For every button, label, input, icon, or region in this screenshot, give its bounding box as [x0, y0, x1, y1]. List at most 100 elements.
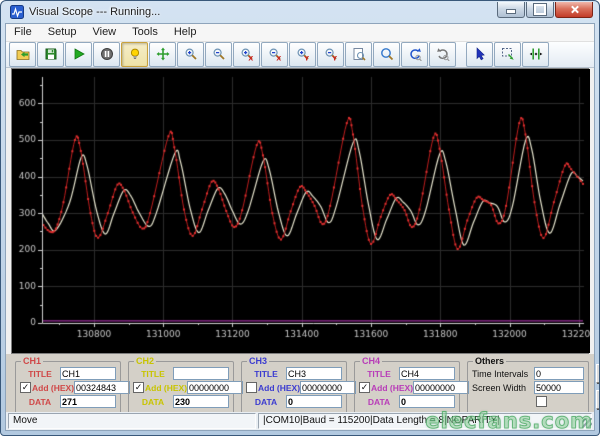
data-label: DATA	[367, 396, 391, 407]
ch2-title-input[interactable]	[173, 367, 229, 380]
title-label: TITLE	[367, 368, 391, 379]
status-connection: |COM10|Baud = 115200|Data Length = 8|NOP…	[258, 412, 592, 429]
resize-grip[interactable]	[582, 418, 592, 428]
start-button[interactable]	[65, 41, 92, 67]
zoom-out-icon	[212, 48, 225, 60]
menu-item-help[interactable]: Help	[166, 24, 205, 40]
window-title: Visual Scope --- Running...	[29, 6, 161, 18]
ch3-addr-input[interactable]	[300, 381, 356, 394]
addr-hex-label: Add (HEX)	[258, 382, 301, 393]
ch2-enable-checkbox[interactable]: ✓	[133, 382, 144, 393]
addr-hex-label: Add (HEX)	[32, 382, 75, 393]
title-label: TITLE	[254, 368, 278, 379]
open-file-button[interactable]	[9, 41, 36, 67]
svg-text:Y: Y	[331, 55, 337, 62]
status-mode: Move	[8, 412, 256, 429]
time-intervals-input[interactable]	[534, 367, 584, 380]
data-label: DATA	[254, 396, 278, 407]
maximize-button[interactable]	[526, 2, 554, 18]
zoom-x-out-icon: X	[268, 48, 281, 62]
zoom-fit-button[interactable]	[345, 41, 372, 67]
svg-text:X: X	[248, 55, 253, 62]
ch3-data-input[interactable]	[286, 395, 342, 408]
minimize-button[interactable]	[497, 2, 525, 18]
save-file-icon	[45, 48, 56, 60]
zoom-fit-icon	[353, 48, 366, 61]
scope-canvas[interactable]	[12, 68, 590, 353]
title-label: TITLE	[141, 368, 165, 379]
zoom-y-in-icon: Y	[296, 48, 309, 62]
others-option-checkbox[interactable]	[536, 396, 547, 407]
measure-cursors-button[interactable]	[522, 41, 549, 67]
ch4-title-input[interactable]	[399, 367, 455, 380]
channel-group-label: CH3	[247, 355, 270, 366]
run-button-1[interactable]: RUN	[596, 363, 599, 383]
maximize-icon	[533, 3, 547, 16]
zoom-y-out-icon: Y	[324, 48, 337, 62]
zoom-in-icon	[184, 48, 197, 60]
svg-text:Y: Y	[303, 55, 309, 62]
ch1-addr-input[interactable]	[74, 381, 130, 394]
start-icon	[74, 48, 85, 60]
channel-group-label: CH2	[134, 355, 157, 366]
zoom-x-in-button[interactable]: X	[233, 41, 260, 67]
title-label: TITLE	[28, 368, 52, 379]
data-label: DATA	[28, 396, 52, 407]
backlight-button[interactable]	[121, 41, 148, 67]
menu-item-tools[interactable]: Tools	[124, 24, 166, 40]
scope-display	[11, 67, 590, 354]
app-window: Visual Scope --- Running... File Setup Vie…	[0, 0, 600, 436]
minimize-icon	[506, 9, 516, 14]
addr-hex-label: Add (HEX)	[145, 382, 188, 393]
pause-button[interactable]	[93, 41, 120, 67]
backlight-icon	[130, 48, 139, 59]
select-region-button[interactable]	[494, 41, 521, 67]
zoom-redo-button[interactable]	[429, 41, 456, 67]
cursor-icon	[476, 47, 485, 61]
run-button-column: RUN RUN	[596, 361, 599, 409]
zoom-y-out-button[interactable]: Y	[317, 41, 344, 67]
ch3-enable-checkbox[interactable]	[246, 382, 257, 393]
run-button-2[interactable]: RUN	[596, 389, 599, 409]
zoom-out-button[interactable]	[205, 41, 232, 67]
pan-icon	[156, 47, 169, 61]
zoom-window-button[interactable]	[373, 41, 400, 67]
toolbar: XXYY	[6, 41, 594, 68]
svg-text:X: X	[276, 55, 281, 62]
close-button[interactable]	[555, 2, 593, 18]
ch1-title-input[interactable]	[60, 367, 116, 380]
channel-group-label: CH1	[21, 355, 44, 366]
ch3-title-input[interactable]	[286, 367, 342, 380]
ch4-data-input[interactable]	[399, 395, 455, 408]
menu-item-view[interactable]: View	[84, 24, 124, 40]
title-bar[interactable]: Visual Scope --- Running...	[5, 1, 595, 23]
cursor-button[interactable]	[466, 41, 493, 67]
ch2-data-input[interactable]	[173, 395, 229, 408]
zoom-x-in-icon: X	[240, 48, 253, 62]
menu-item-file[interactable]: File	[6, 24, 40, 40]
zoom-y-in-button[interactable]: Y	[289, 41, 316, 67]
screen-width-label: Screen Width	[472, 382, 527, 393]
channel-group-ch2: CH2 TITLE ✓Add (HEX) DATA	[128, 355, 243, 414]
save-file-button[interactable]	[37, 41, 64, 67]
close-icon	[570, 5, 579, 14]
zoom-in-button[interactable]	[177, 41, 204, 67]
zoom-x-out-button[interactable]: X	[261, 41, 288, 67]
ch1-enable-checkbox[interactable]: ✓	[20, 382, 31, 393]
time-intervals-label: Time Intervals	[472, 368, 529, 379]
others-group: Others Time Intervals Screen Width	[467, 355, 589, 414]
ch4-enable-checkbox[interactable]: ✓	[359, 382, 370, 393]
pan-button[interactable]	[149, 41, 176, 67]
ch2-addr-input[interactable]	[187, 381, 243, 394]
others-group-label: Others	[473, 355, 507, 366]
menu-item-setup[interactable]: Setup	[40, 24, 85, 40]
ch4-addr-input[interactable]	[413, 381, 469, 394]
data-label: DATA	[141, 396, 165, 407]
screen-width-input[interactable]	[534, 381, 584, 394]
ch1-data-input[interactable]	[60, 395, 116, 408]
select-region-icon	[501, 48, 514, 60]
zoom-undo-button[interactable]	[401, 41, 428, 67]
channel-group-label: CH4	[360, 355, 383, 366]
channel-group-ch1: CH1 TITLE ✓Add (HEX) DATA	[15, 355, 130, 414]
zoom-window-icon	[380, 48, 393, 61]
